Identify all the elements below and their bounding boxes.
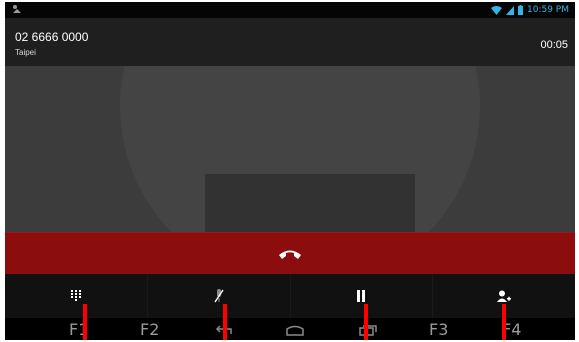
annotation-line-f2	[223, 304, 227, 340]
annotation-line-f4	[502, 304, 506, 340]
status-bar: 10:59 PM	[5, 2, 575, 18]
battery-icon	[518, 5, 523, 15]
status-icons: 10:59 PM	[491, 4, 569, 16]
dialpad-button[interactable]	[5, 274, 148, 318]
status-time: 10:59 PM	[527, 5, 569, 15]
dialpad-icon	[70, 290, 81, 301]
signal-icon	[506, 5, 514, 15]
mute-mic-icon	[214, 289, 224, 303]
add-call-icon	[497, 290, 512, 302]
hold-button[interactable]	[290, 274, 434, 318]
annotation-line-f1	[83, 304, 87, 340]
end-call-button[interactable]	[275, 241, 305, 267]
caller-number: 02 6666 0000	[15, 30, 89, 44]
call-header: 02 6666 0000 Taipei 00:05	[5, 18, 575, 66]
recent-apps-icon[interactable]	[358, 324, 378, 336]
navigation-bar: F1 F2 F3 F4	[5, 318, 575, 340]
annotation-line-f3	[364, 304, 368, 340]
caller-location: Taipei	[15, 48, 36, 57]
pause-icon	[357, 290, 366, 302]
mute-button[interactable]	[147, 274, 291, 318]
wifi-icon	[491, 5, 502, 15]
home-icon[interactable]	[285, 324, 305, 336]
call-screen: 10:59 PM 02 6666 0000 Taipei 00:05 F1 F2…	[5, 2, 575, 340]
f3-label: F3	[429, 320, 449, 339]
in-call-controls	[5, 274, 575, 318]
f2-label: F2	[140, 320, 160, 339]
hang-up-icon	[279, 250, 301, 259]
notification-icon	[13, 5, 21, 13]
default-avatar-icon	[5, 66, 575, 232]
end-call-bar[interactable]	[5, 232, 575, 275]
call-duration: 00:05	[540, 39, 568, 51]
contact-photo-placeholder	[5, 66, 575, 232]
